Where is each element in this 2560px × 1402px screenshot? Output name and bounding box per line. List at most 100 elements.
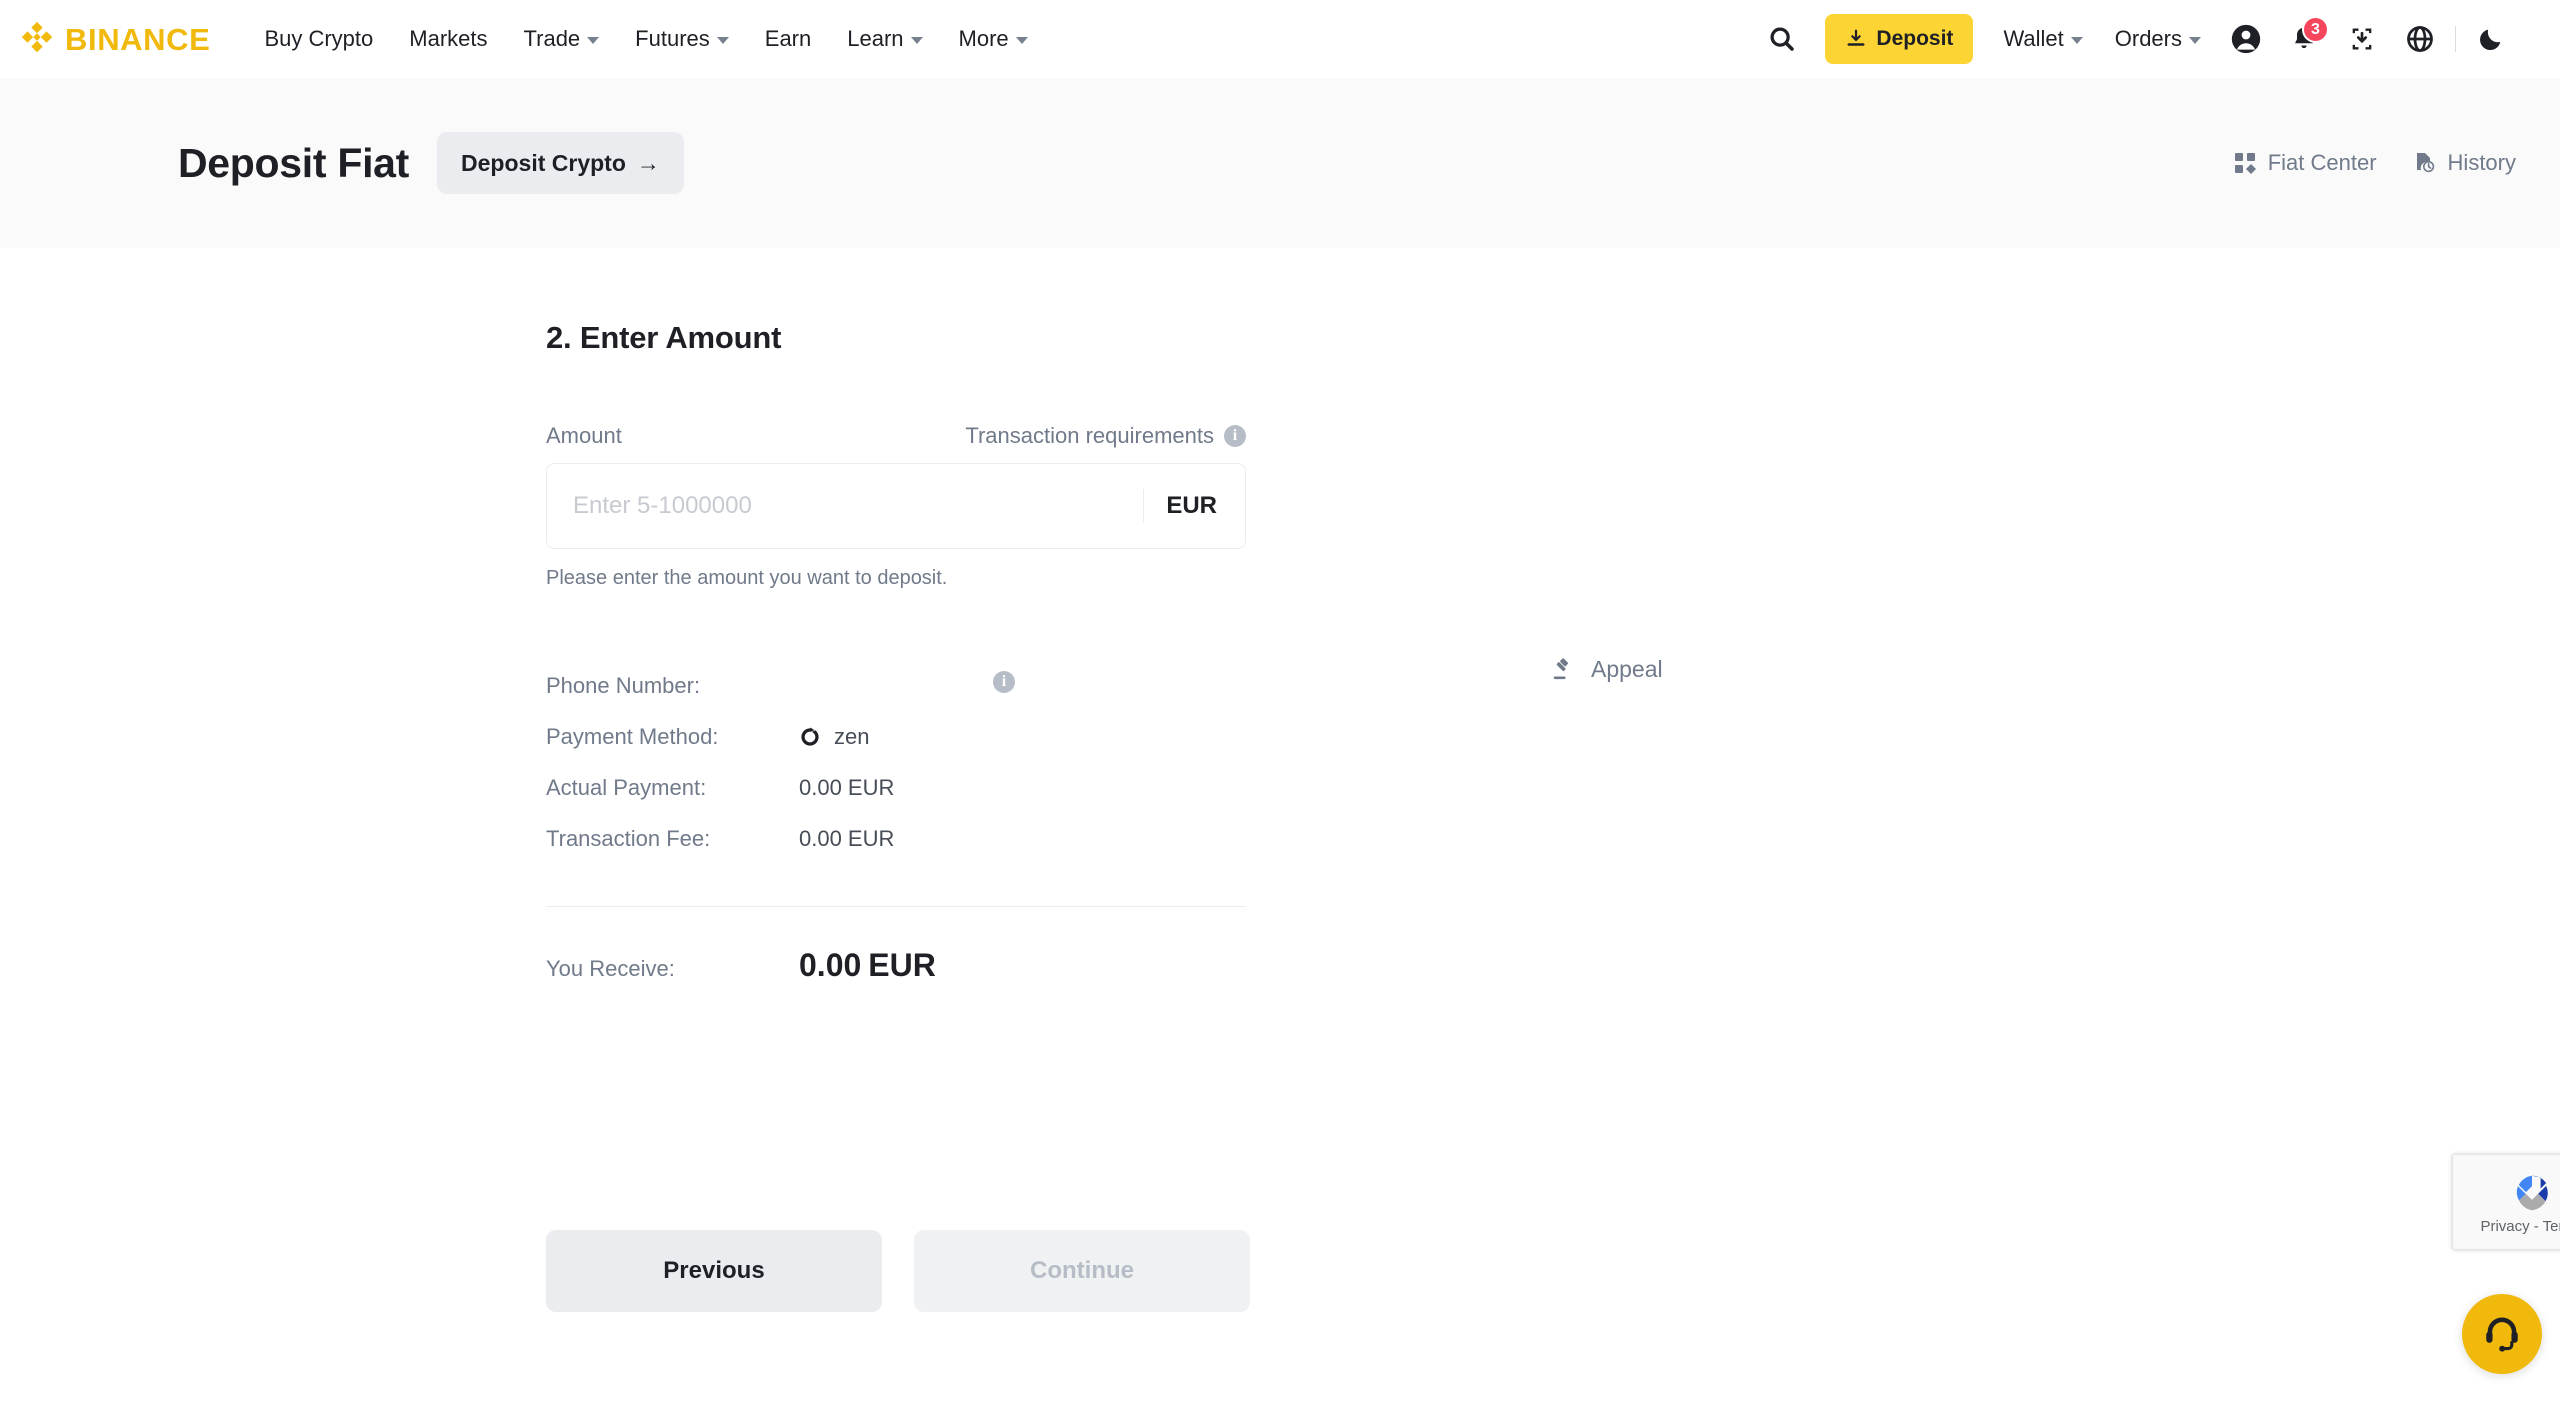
detail-label: Transaction Fee: bbox=[546, 825, 711, 851]
detail-row-payment-method: Payment Method: zen bbox=[546, 711, 1246, 762]
chevron-down-icon bbox=[587, 37, 600, 44]
continue-button: Continue bbox=[914, 1230, 1250, 1312]
headset-icon bbox=[2486, 1317, 2518, 1352]
nav-item-label: Markets bbox=[409, 26, 488, 51]
you-receive-currency: EUR bbox=[868, 947, 936, 983]
nav-item-orders[interactable]: Orders bbox=[2099, 0, 2217, 78]
form-actions: Previous Continue bbox=[546, 1230, 1250, 1312]
appeal-label: Appeal bbox=[1591, 656, 1663, 682]
recaptcha-badge[interactable]: Privacy - Terms bbox=[2452, 1154, 2560, 1250]
chevron-down-icon bbox=[2070, 37, 2083, 44]
you-receive-row: You Receive: 0.00 EUR bbox=[546, 947, 1246, 984]
detail-label: Phone Number: bbox=[546, 672, 701, 698]
notification-count-badge: 3 bbox=[2302, 16, 2329, 43]
currency-code: EUR bbox=[1166, 492, 1217, 519]
language-button[interactable] bbox=[2391, 10, 2449, 68]
nav-item-more[interactable]: More bbox=[941, 0, 1046, 78]
info-icon[interactable]: i bbox=[993, 671, 1015, 693]
nav-item-label: More bbox=[958, 26, 1009, 51]
download-box-icon bbox=[2352, 28, 2372, 50]
transaction-requirements-label: Transaction requirements bbox=[965, 423, 1214, 448]
chevron-down-icon bbox=[716, 37, 729, 44]
top-navbar: BINANCE Buy Crypto Markets Trade Futures… bbox=[0, 0, 2560, 78]
nav-item-label: Orders bbox=[2114, 26, 2182, 51]
amount-input[interactable] bbox=[547, 464, 1144, 548]
nav-item-futures[interactable]: Futures bbox=[617, 0, 747, 78]
amount-input-wrapper[interactable]: EUR bbox=[546, 463, 1246, 549]
amount-header-row: Amount Transaction requirements i bbox=[546, 423, 1246, 449]
detail-value-wrapper: zen bbox=[799, 724, 869, 750]
transaction-requirements-link[interactable]: Transaction requirements i bbox=[965, 423, 1246, 449]
chevron-down-icon bbox=[2189, 37, 2201, 44]
you-receive-label: You Receive: bbox=[546, 956, 675, 981]
search-button[interactable] bbox=[1753, 10, 1811, 68]
subheader-actions: Fiat Center History bbox=[2233, 150, 2516, 176]
amount-label: Amount bbox=[546, 423, 622, 448]
info-icon: i bbox=[1224, 425, 1246, 447]
nav-item-label: Buy Crypto bbox=[264, 26, 374, 51]
notifications-button[interactable]: 3 bbox=[2275, 10, 2333, 68]
nav-item-wallet[interactable]: Wallet bbox=[1987, 0, 2098, 78]
previous-button[interactable]: Previous bbox=[546, 1230, 882, 1312]
fiat-center-label: Fiat Center bbox=[2267, 150, 2377, 175]
deposit-button-label: Deposit bbox=[1876, 27, 1954, 50]
fiat-center-link[interactable]: Fiat Center bbox=[2233, 150, 2377, 176]
zen-logo-icon bbox=[799, 726, 821, 748]
detail-value: 0.00 EUR bbox=[799, 825, 895, 851]
support-chat-button[interactable] bbox=[2462, 1294, 2542, 1374]
detail-value: 0.00 EUR bbox=[799, 774, 895, 800]
nav-item-label: Futures bbox=[635, 26, 710, 51]
page-subheader: Deposit Fiat Deposit Crypto → Fiat Cente… bbox=[0, 78, 2560, 248]
amount-hint: Please enter the amount you want to depo… bbox=[546, 567, 948, 589]
detail-row-actual-payment: Actual Payment: 0.00 EUR bbox=[546, 762, 1246, 813]
grid-icon bbox=[2234, 153, 2256, 174]
moon-icon bbox=[2480, 29, 2501, 50]
navbar-divider bbox=[2455, 26, 2456, 52]
inbox-button[interactable] bbox=[2333, 10, 2391, 68]
chevron-down-icon bbox=[1015, 37, 1028, 44]
step-title: 2. Enter Amount bbox=[546, 320, 782, 355]
appeal-link[interactable]: Appeal bbox=[1551, 656, 1663, 683]
nav-item-learn[interactable]: Learn bbox=[829, 0, 940, 78]
profile-button[interactable] bbox=[2217, 10, 2275, 68]
theme-toggle-button[interactable] bbox=[2462, 10, 2520, 68]
recaptcha-privacy-terms[interactable]: Privacy - Terms bbox=[2480, 1218, 2560, 1235]
nav-item-label: Earn bbox=[764, 26, 812, 51]
detail-row-phone-number: Phone Number: i bbox=[546, 660, 1246, 711]
payment-method-name: zen bbox=[834, 723, 870, 749]
detail-label: Payment Method: bbox=[546, 723, 719, 749]
binance-logo[interactable]: BINANCE bbox=[18, 20, 210, 58]
transaction-details: Phone Number: i Payment Method: zen Actu… bbox=[546, 660, 1246, 864]
nav-item-label: Learn bbox=[847, 26, 904, 51]
detail-row-transaction-fee: Transaction Fee: 0.00 EUR bbox=[546, 813, 1246, 864]
you-receive-value-wrapper: 0.00 EUR bbox=[799, 947, 936, 984]
nav-item-trade[interactable]: Trade bbox=[506, 0, 618, 78]
search-icon bbox=[1770, 27, 1795, 51]
nav-item-buy-crypto[interactable]: Buy Crypto bbox=[246, 0, 391, 78]
deposit-crypto-button[interactable]: Deposit Crypto → bbox=[437, 132, 684, 194]
recaptcha-icon bbox=[2516, 1175, 2548, 1210]
deposit-form: 2. Enter Amount Amount Transaction requi… bbox=[546, 320, 1246, 984]
nav-links: Buy Crypto Markets Trade Futures Earn Le… bbox=[246, 0, 1045, 78]
download-icon bbox=[1847, 29, 1865, 46]
nav-item-label: Trade bbox=[523, 26, 581, 51]
nav-item-markets[interactable]: Markets bbox=[391, 0, 505, 78]
binance-wordmark: BINANCE bbox=[65, 21, 211, 57]
arrow-right-icon: → bbox=[636, 149, 660, 176]
document-clock-icon bbox=[2416, 153, 2434, 173]
deposit-button[interactable]: Deposit bbox=[1825, 14, 1974, 64]
history-link[interactable]: History bbox=[2413, 150, 2516, 176]
page-title: Deposit Fiat bbox=[178, 139, 410, 186]
nav-item-earn[interactable]: Earn bbox=[747, 0, 829, 78]
detail-label: Actual Payment: bbox=[546, 774, 707, 800]
history-label: History bbox=[2447, 150, 2516, 175]
main-content: 2. Enter Amount Amount Transaction requi… bbox=[0, 248, 2560, 1402]
deposit-crypto-label: Deposit Crypto bbox=[461, 149, 626, 176]
globe-icon bbox=[2407, 26, 2433, 52]
chevron-down-icon bbox=[910, 37, 923, 44]
section-divider bbox=[546, 906, 1246, 907]
binance-diamond-icon bbox=[21, 21, 53, 53]
nav-item-label: Wallet bbox=[2003, 26, 2064, 51]
gavel-icon bbox=[1553, 657, 1569, 679]
user-circle-icon bbox=[2231, 24, 2261, 54]
